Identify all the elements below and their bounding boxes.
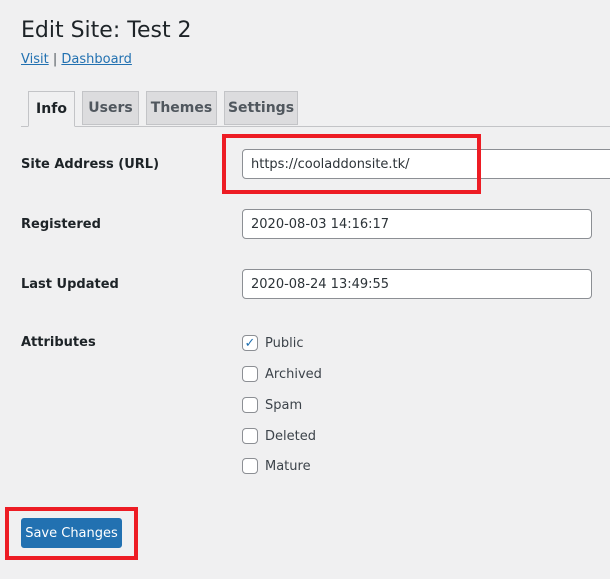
last-updated-input[interactable]: 2020-08-24 13:49:55: [242, 269, 592, 299]
page-title: Edit Site: Test 2: [21, 18, 192, 43]
tab-settings[interactable]: Settings: [224, 91, 298, 125]
dashboard-link[interactable]: Dashboard: [61, 52, 132, 67]
registered-label: Registered: [21, 217, 101, 232]
checkbox-label: Spam: [265, 397, 303, 413]
checkbox-box[interactable]: [242, 397, 258, 413]
tab-info[interactable]: Info: [28, 91, 75, 127]
checkbox-box[interactable]: [242, 428, 258, 444]
registered-input[interactable]: 2020-08-03 14:16:17: [242, 209, 592, 239]
highlight-box-url: [222, 134, 481, 194]
tab-users[interactable]: Users: [82, 91, 139, 125]
checkbox-archived[interactable]: Archived: [242, 366, 322, 382]
checkbox-label: Archived: [265, 366, 322, 382]
checkbox-mature[interactable]: Mature: [242, 458, 311, 474]
tab-divider: [21, 126, 610, 127]
checkbox-deleted[interactable]: Deleted: [242, 428, 316, 444]
checkbox-label: Deleted: [265, 428, 316, 444]
checkbox-box[interactable]: [242, 366, 258, 382]
checkbox-label: Public: [265, 335, 304, 351]
attributes-label: Attributes: [21, 335, 96, 350]
tab-themes[interactable]: Themes: [146, 91, 217, 125]
checkbox-public[interactable]: ✓ Public: [242, 335, 303, 351]
visit-link[interactable]: Visit: [21, 52, 49, 67]
highlight-box-save: [5, 507, 138, 560]
checkbox-spam[interactable]: Spam: [242, 397, 302, 413]
checkmark-icon[interactable]: ✓: [242, 335, 258, 351]
checkbox-label: Mature: [265, 458, 311, 474]
site-address-label: Site Address (URL): [21, 157, 160, 172]
link-separator: |: [52, 52, 58, 67]
checkbox-box[interactable]: [242, 458, 258, 474]
last-updated-label: Last Updated: [21, 277, 119, 292]
site-links: Visit | Dashboard: [21, 52, 132, 67]
